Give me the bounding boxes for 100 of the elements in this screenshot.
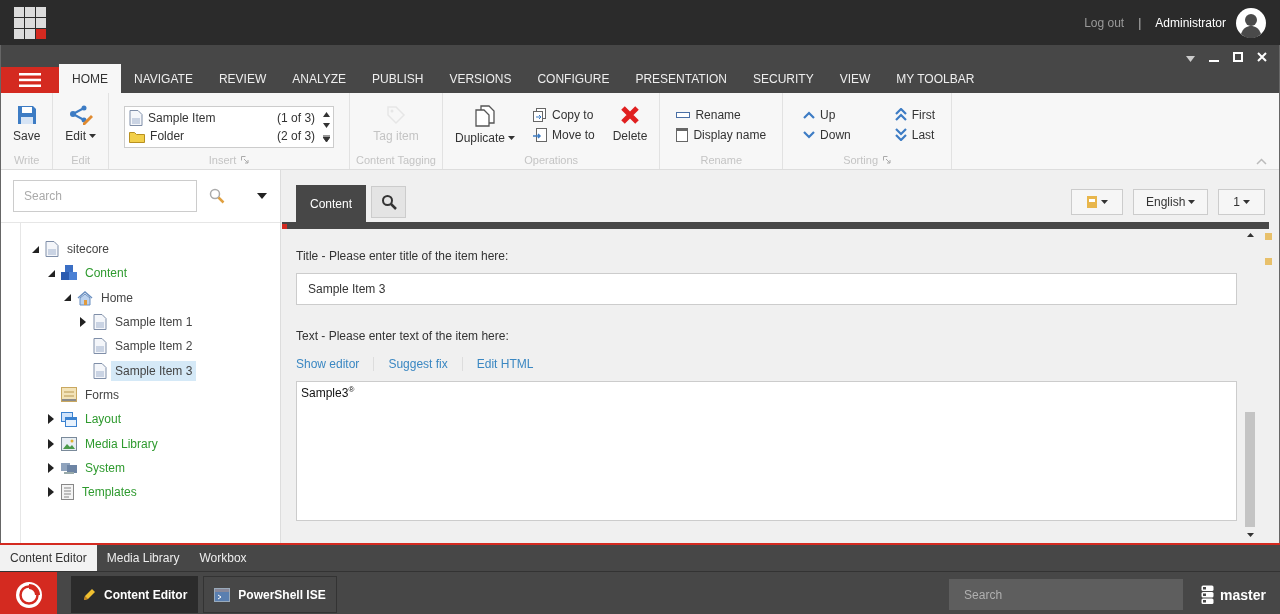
scroll-down-icon[interactable]	[1246, 533, 1254, 537]
database-name: master	[1220, 586, 1266, 603]
rich-text-field[interactable]: Sample3$^{®}$	[296, 381, 1237, 521]
tree-item[interactable]: Sample Item 2	[111, 336, 197, 357]
pencil-icon	[82, 587, 96, 602]
title-field[interactable]: Sample Item 3	[296, 273, 1237, 305]
collapsed-toggle-icon[interactable]	[48, 487, 54, 498]
ribbon-button[interactable]: Save	[7, 103, 47, 145]
scroll-up-icon[interactable]	[322, 112, 330, 118]
notebook-icon	[1085, 196, 1098, 208]
version-dropdown[interactable]: 1	[1218, 189, 1265, 215]
ribbon-tab[interactable]: MY TOOLBAR	[883, 64, 988, 93]
editor-link[interactable]: Show editor	[296, 357, 374, 371]
editor-tab[interactable]: Content	[296, 185, 367, 222]
search-field[interactable]: Search	[13, 180, 197, 212]
tree-item[interactable]: Sample Item 1	[111, 312, 197, 333]
ribbon-button[interactable]: Last	[892, 126, 938, 143]
ribbon-tab[interactable]: REVIEW	[205, 64, 280, 93]
tree-item[interactable]: Forms	[81, 384, 123, 405]
picture-icon	[61, 436, 77, 451]
caret-icon	[1243, 200, 1250, 204]
expanded-toggle-icon[interactable]	[47, 269, 55, 277]
language-dropdown[interactable]: English	[1132, 189, 1209, 215]
logo-button[interactable]	[0, 572, 57, 614]
caret-icon	[508, 136, 515, 140]
expanded-toggle-icon[interactable]	[63, 294, 71, 302]
dropdown-icon[interactable]	[1186, 56, 1195, 62]
chevron-down-icon	[803, 130, 816, 139]
tree-item[interactable]: Templates	[78, 482, 141, 503]
maximize-icon[interactable]	[1233, 52, 1243, 62]
scrollbar-thumb[interactable]	[1245, 412, 1255, 527]
caret-icon	[1188, 200, 1196, 204]
tree-item[interactable]: System	[81, 457, 129, 478]
tree-item[interactable]: Sample Item 3	[111, 360, 197, 381]
ribbon-button[interactable]: Display name	[674, 126, 769, 143]
tree-item[interactable]: Content	[81, 263, 132, 284]
ribbon-tab[interactable]: SECURITY	[740, 64, 827, 93]
tree-item[interactable]: Layout	[81, 409, 126, 430]
user-name: Administrator	[1155, 15, 1226, 30]
insert-option[interactable]: Sample Item (1 of 3)	[129, 109, 316, 127]
collapsed-toggle-icon[interactable]	[80, 317, 86, 328]
ribbon-tab[interactable]: HOME	[59, 64, 121, 93]
collapsed-toggle-icon[interactable]	[48, 462, 54, 473]
ribbon-tab[interactable]: CONFIGURE	[524, 64, 623, 93]
scroll-up-icon[interactable]	[1246, 233, 1254, 237]
ribbon-tab[interactable]: VERSIONS	[436, 64, 525, 93]
document-icon	[93, 338, 107, 355]
move-icon	[533, 127, 547, 142]
ribbon-tab[interactable]: PRESENTATION	[622, 64, 740, 93]
field-label: Title - Please enter title of the item here:	[296, 249, 510, 263]
document-lines-icon	[61, 484, 74, 501]
ribbon-tab[interactable]: ANALYZE	[279, 64, 360, 93]
separator-text: |	[1138, 15, 1142, 30]
collapsed-toggle-icon[interactable]	[48, 438, 54, 449]
ribbon-button[interactable]: Down	[801, 126, 853, 143]
dropdown-icon[interactable]	[257, 193, 267, 199]
close-icon[interactable]	[1257, 52, 1267, 62]
ribbon-button[interactable]: Copy to	[531, 106, 597, 123]
collapsed-toggle-icon[interactable]	[48, 414, 54, 425]
accent-marker	[282, 224, 287, 229]
ribbon-button[interactable]: First	[892, 106, 938, 123]
form-icon	[61, 387, 77, 403]
taskbar-app[interactable]: PowerShell ISE	[203, 576, 337, 613]
ribbon-tab[interactable]: VIEW	[826, 64, 884, 93]
document-icon	[93, 362, 107, 379]
expanded-toggle-icon[interactable]	[31, 245, 39, 253]
scroll-down-icon[interactable]	[322, 123, 330, 129]
tree-item[interactable]: Home	[97, 287, 137, 308]
search-button[interactable]	[371, 186, 407, 218]
bottom-tab[interactable]: Content Editor	[0, 545, 97, 571]
tree-item[interactable]: sitecore	[63, 239, 114, 260]
ribbon-button[interactable]: Up	[801, 106, 853, 123]
document-icon	[129, 110, 144, 126]
tree-item[interactable]: Media Library	[81, 433, 162, 454]
marker-icon	[1264, 258, 1272, 265]
window-icon	[676, 127, 689, 142]
taskbar-app[interactable]: Content Editor	[71, 576, 199, 613]
document-icon	[93, 314, 107, 331]
bottom-tab[interactable]: Workbox	[189, 545, 257, 571]
duplicate-icon	[474, 105, 496, 127]
insert-option[interactable]: Folder (2 of 3)	[129, 127, 316, 145]
text-field-icon	[676, 110, 691, 119]
save-icon	[16, 105, 37, 125]
ribbon-tab[interactable]: NAVIGATE	[121, 64, 206, 93]
bottom-tab[interactable]: Media Library	[96, 545, 190, 571]
logout-link[interactable]: Log out	[1084, 15, 1125, 30]
search-field[interactable]: Search	[949, 579, 1184, 610]
editor-link[interactable]: Suggest fix	[373, 357, 462, 371]
app-grid-icon[interactable]	[14, 6, 46, 39]
ribbon-button[interactable]: Edit	[59, 103, 103, 145]
editor-link[interactable]: Edit HTML	[461, 357, 548, 371]
ribbon-button[interactable]: Move to	[531, 126, 597, 143]
expand-list-icon[interactable]	[322, 134, 330, 142]
caret-icon	[1100, 200, 1108, 204]
windows-icon	[61, 411, 77, 427]
ribbon-button[interactable]: Duplicate	[448, 103, 521, 147]
ribbon-tab[interactable]: PUBLISH	[359, 64, 437, 93]
menu-button[interactable]	[1, 67, 59, 93]
ribbon-button[interactable]: Delete	[606, 103, 654, 145]
ribbon-button[interactable]: Rename	[674, 106, 769, 123]
